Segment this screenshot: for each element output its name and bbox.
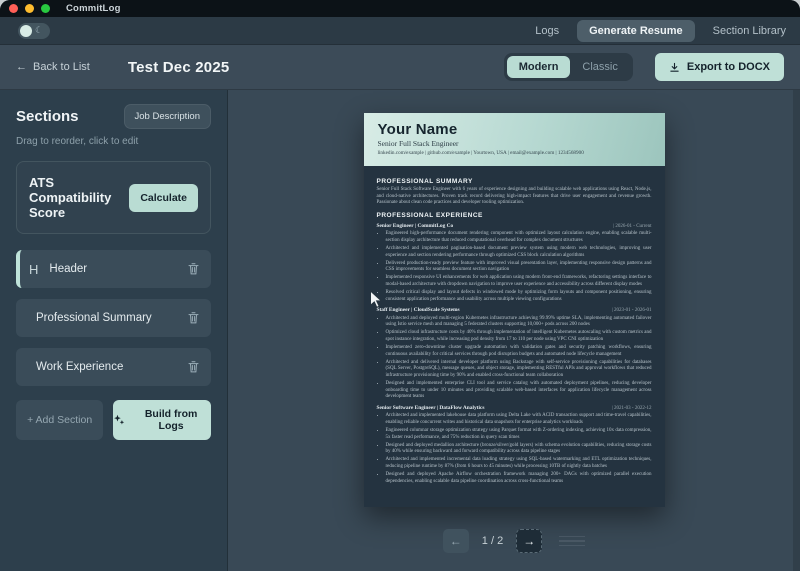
job-dates: | 2021-03 - 2022-12 <box>611 405 652 411</box>
section-item-professional-summary[interactable]: Professional Summary <box>16 299 211 337</box>
job-description-button[interactable]: Job Description <box>123 104 211 129</box>
job-bullets: Architected and deployed multi-region Ku… <box>377 315 652 401</box>
job-bullet: Designed and deployed Apache Airflow orc… <box>386 471 652 485</box>
job-bullet: Resolved critical display and layout def… <box>386 289 652 303</box>
job-bullets: Architected and implemented lakehouse da… <box>377 412 652 485</box>
section-item-work-experience[interactable]: Work Experience <box>16 348 211 386</box>
resume-contact: linkedin.com/example | github.com/exampl… <box>377 150 584 156</box>
job-bullet: Implemented zero-downtime cluster upgrad… <box>386 344 652 358</box>
build-from-logs-label: Build from Logs <box>144 408 198 432</box>
calculate-button[interactable]: Calculate <box>129 183 198 212</box>
moon-icon: ☾ <box>35 25 44 35</box>
section-label: Header <box>49 263 88 275</box>
sections-sidebar: Sections Job Description Drag to reorder… <box>0 90 228 571</box>
section-prefix: H <box>29 261 39 277</box>
top-nav: ☾ Logs Generate Resume Section Library <box>0 17 800 45</box>
sparkle-icon <box>114 414 125 425</box>
minimize-window-icon[interactable] <box>25 4 34 13</box>
job-header: Staff Engineer | CloudScale Systems | 20… <box>377 307 652 313</box>
section-list: H Header Professional Summary Work Exper… <box>16 250 211 386</box>
ats-score-label: ATS Compatibility Score <box>29 175 112 220</box>
job-bullet: Implemented responsive UI enhancements f… <box>386 274 652 288</box>
resume-page: Your Name Senior Full Stack Engineer lin… <box>363 113 665 507</box>
job-bullet: Architected and implemented pagination-b… <box>386 245 652 259</box>
back-arrow-icon: ← <box>16 61 27 73</box>
job-bullet: Architected and deployed multi-region Ku… <box>386 315 652 329</box>
app-title: CommitLog <box>66 3 121 14</box>
job-bullet: Optimized cloud infrastructure costs by … <box>386 329 652 343</box>
sidebar-title: Sections <box>16 108 79 125</box>
resume-summary-text: Senior Full Stack Software Engineer with… <box>376 187 652 206</box>
back-label: Back to List <box>33 61 90 73</box>
maximize-window-icon[interactable] <box>41 4 50 13</box>
download-icon <box>670 62 679 72</box>
nav-items: Logs Generate Resume Section Library <box>535 19 786 42</box>
section-label: Professional Summary <box>36 312 152 324</box>
theme-toggle[interactable]: ☾ <box>18 22 50 39</box>
job-bullet: Engineered high-performance document ren… <box>386 230 652 244</box>
job-bullet: Architected and delivered internal devel… <box>386 359 652 380</box>
job-bullet: Designed and implemented enterprise CLI … <box>386 380 652 401</box>
template-classic-button[interactable]: Classic <box>570 56 629 78</box>
export-docx-button[interactable]: Export to DOCX <box>654 53 784 81</box>
trash-icon[interactable] <box>188 361 199 373</box>
back-to-list-button[interactable]: ← Back to List <box>16 61 90 73</box>
job-bullet: Architected and implemented lakehouse da… <box>386 412 652 426</box>
titlebar: CommitLog <box>0 0 800 17</box>
decoration-lines <box>559 535 586 547</box>
toggle-knob <box>20 24 32 37</box>
build-from-logs-button[interactable]: Build from Logs <box>113 400 211 440</box>
resume-experience-heading: PROFESSIONAL EXPERIENCE <box>376 211 483 219</box>
resume-name: Your Name <box>377 121 458 138</box>
job-bullet: Delivered production-ready preview featu… <box>386 260 652 274</box>
pagination: ← 1 / 2 → <box>228 529 800 553</box>
section-label: Work Experience <box>36 361 124 373</box>
page-header: ← Back to List Test Dec 2025 Modern Clas… <box>0 45 800 90</box>
job-title: Senior Software Engineer | DataFlow Anal… <box>376 404 485 411</box>
main-content: Sections Job Description Drag to reorder… <box>0 90 800 571</box>
page-title: Test Dec 2025 <box>127 58 230 76</box>
trash-icon[interactable] <box>188 312 199 324</box>
resume-body: PROFESSIONAL SUMMARY Senior Full Stack S… <box>364 166 665 485</box>
job-header: Senior Engineer | CommitLog Co | 2026-01… <box>377 223 652 229</box>
sidebar-header: Sections Job Description <box>16 104 211 129</box>
job-bullets: Engineered high-performance document ren… <box>377 230 652 303</box>
resume-summary-heading: PROFESSIONAL SUMMARY <box>376 178 473 185</box>
resume-preview-area: Your Name Senior Full Stack Engineer lin… <box>228 90 800 571</box>
nav-generate-resume[interactable]: Generate Resume <box>577 19 695 42</box>
prev-page-button[interactable]: ← <box>442 529 469 553</box>
resume-header-band: Your Name Senior Full Stack Engineer lin… <box>363 113 665 166</box>
page-indicator: 1 / 2 <box>481 535 504 547</box>
export-docx-label: Export to DOCX <box>686 61 770 73</box>
trash-icon[interactable] <box>188 263 199 275</box>
job-title: Senior Engineer | CommitLog Co <box>376 222 454 229</box>
job-bullet: Designed and deployed medallion architec… <box>386 442 652 456</box>
template-toggle-group: Modern Classic <box>503 53 633 81</box>
next-page-button[interactable]: → <box>516 529 543 553</box>
resume-role: Senior Full Stack Engineer <box>377 139 459 148</box>
sidebar-buttons: + Add Section Build from Logs <box>16 400 211 440</box>
job-bullet: Engineered columnar storage optimization… <box>386 427 652 441</box>
app-window: CommitLog ☾ Logs Generate Resume Section… <box>0 0 800 571</box>
template-modern-button[interactable]: Modern <box>506 56 571 78</box>
sidebar-hint: Drag to reorder, click to edit <box>16 136 139 147</box>
ats-score-card: ATS Compatibility Score Calculate <box>16 161 211 234</box>
add-section-button[interactable]: + Add Section <box>16 400 104 440</box>
job-bullet: Architected and implemented incremental … <box>386 456 652 470</box>
job-dates: | 2023-01 - 2026-01 <box>611 308 652 314</box>
job-dates: | 2026-01 - Current <box>613 223 652 229</box>
job-title: Staff Engineer | CloudScale Systems <box>376 307 460 314</box>
scrollbar[interactable] <box>793 90 800 571</box>
close-window-icon[interactable] <box>9 4 18 13</box>
header-actions: Modern Classic Export to DOCX <box>503 53 784 81</box>
section-item-header[interactable]: H Header <box>16 250 211 288</box>
nav-section-library[interactable]: Section Library <box>713 25 786 37</box>
nav-logs[interactable]: Logs <box>535 25 559 37</box>
job-header: Senior Software Engineer | DataFlow Anal… <box>377 405 652 411</box>
